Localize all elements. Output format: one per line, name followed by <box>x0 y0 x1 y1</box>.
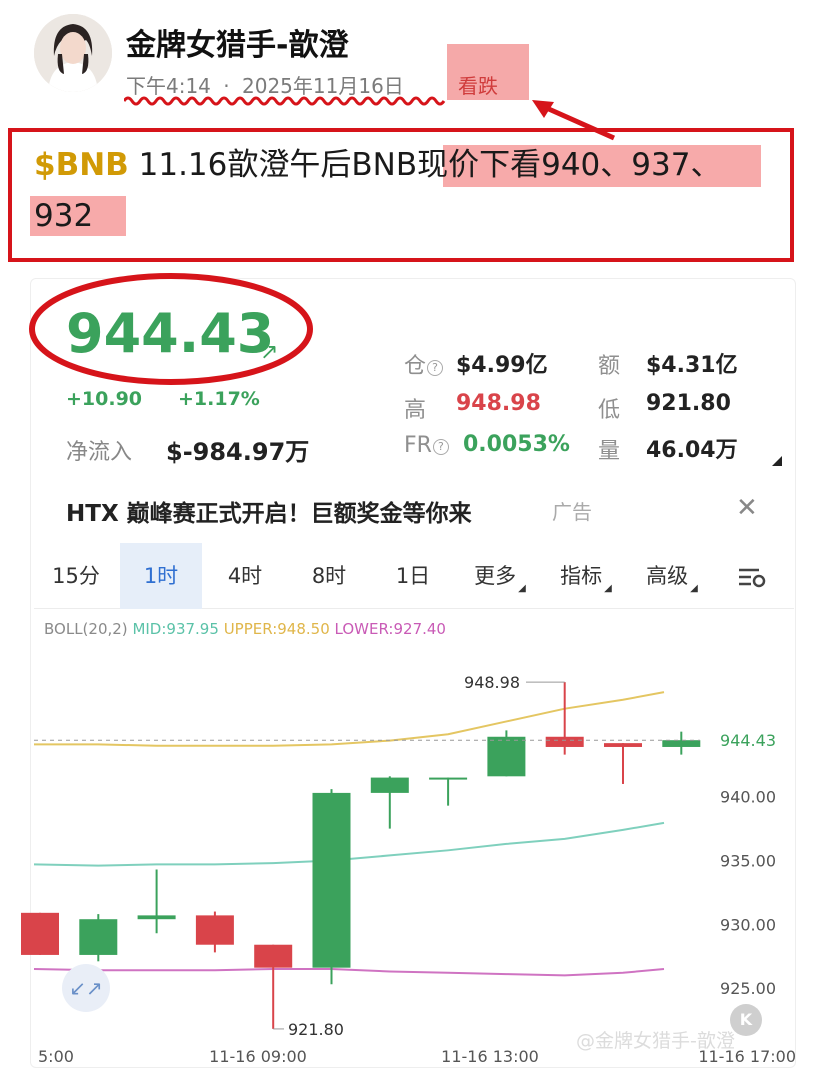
candle-body <box>137 915 176 920</box>
candle-body <box>487 736 526 777</box>
candle-body <box>79 919 118 955</box>
y-tick-label: 940.00 <box>720 788 776 807</box>
current-price-label: 944.43 <box>720 731 776 750</box>
candle-body <box>370 777 409 793</box>
x-tick-label: 5:00 <box>38 1047 74 1066</box>
expand-icon[interactable]: ↙↗ <box>62 964 110 1012</box>
y-tick-label: 925.00 <box>720 979 776 998</box>
candle-body <box>604 743 642 747</box>
watermark: @金牌女猎手-歆澄 <box>576 1030 735 1052</box>
high-annotation: 948.98 <box>464 673 520 692</box>
boll-lower-line <box>33 967 665 977</box>
candle-body <box>312 792 351 968</box>
x-tick-label: 11-16 09:00 <box>209 1047 307 1066</box>
y-tick-label: 930.00 <box>720 915 776 934</box>
low-annotation: 921.80 <box>288 1020 344 1039</box>
candle-body <box>545 736 584 747</box>
candlestick-chart[interactable]: 940.00 935.00 930.00 925.00 944.43 948.98 921.… <box>0 0 828 1079</box>
candle-body <box>254 944 293 968</box>
x-tick-label: 11-16 13:00 <box>441 1047 539 1066</box>
candle-body <box>195 915 234 945</box>
candle-body <box>21 912 59 955</box>
candle-body <box>662 740 701 747</box>
y-tick-label: 935.00 <box>720 852 776 871</box>
candle-body <box>429 777 468 780</box>
